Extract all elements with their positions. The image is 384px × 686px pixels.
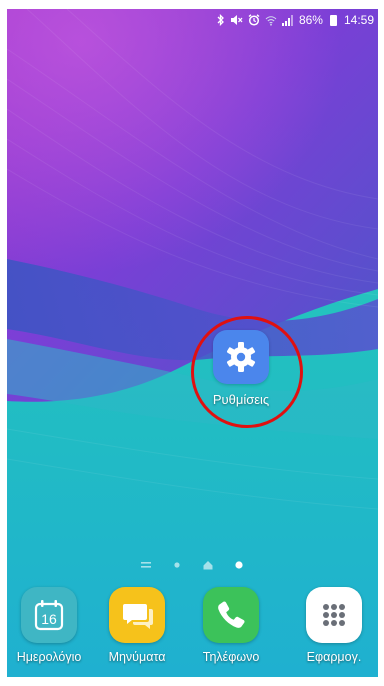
settings-app[interactable]: Ρυθμίσεις <box>183 330 299 418</box>
calendar-date: 16 <box>41 611 57 627</box>
apps-app-tile[interactable] <box>306 587 362 643</box>
gear-icon <box>226 342 256 372</box>
battery-percentage: 86% <box>298 13 323 27</box>
phone-app-tile[interactable] <box>203 587 259 643</box>
settings-app-label: Ρυθμίσεις <box>212 392 270 407</box>
status-bar: 86% 14:59 <box>7 9 378 31</box>
home-icon[interactable] <box>203 560 213 570</box>
apps-app[interactable]: Εφαρμογ. <box>290 587 378 664</box>
alarm-icon <box>248 14 260 26</box>
phone-app[interactable]: Τηλέφωνο <box>187 587 275 664</box>
battery-icon <box>329 14 337 26</box>
phone-icon <box>218 601 245 628</box>
dock: 16 Ημερολόγιο Μηνύματα Τηλέφωνο Εφαρμογ. <box>7 587 378 667</box>
bluetooth-icon <box>217 14 225 26</box>
wifi-icon <box>265 15 277 26</box>
mute-icon <box>230 14 243 26</box>
apps-grid-icon <box>323 604 345 626</box>
page-dot[interactable] <box>172 560 182 570</box>
menu-lines-icon[interactable] <box>141 560 151 570</box>
apps-app-label: Εφαρμογ. <box>306 650 362 664</box>
messages-app[interactable]: Μηνύματα <box>93 587 181 664</box>
messages-icon <box>123 604 153 629</box>
settings-app-tile[interactable] <box>213 330 269 384</box>
messages-app-label: Μηνύματα <box>108 650 166 664</box>
signal-icon <box>281 14 294 26</box>
messages-app-tile[interactable] <box>109 587 165 643</box>
calendar-icon: 16 <box>34 600 64 631</box>
page-indicator[interactable] <box>7 558 378 572</box>
phone-frame: 86% 14:59 Ρυθμίσεις 16 Ημερολόγιο Μηνύμα… <box>0 0 384 686</box>
calendar-app-tile[interactable]: 16 <box>21 587 77 643</box>
calendar-app[interactable]: 16 Ημερολόγιο <box>7 587 93 664</box>
status-time: 14:59 <box>343 13 374 27</box>
page-dot[interactable] <box>234 560 244 570</box>
home-screen: 86% 14:59 Ρυθμίσεις 16 Ημερολόγιο Μηνύμα… <box>7 9 378 677</box>
phone-app-label: Τηλέφωνο <box>202 650 260 664</box>
calendar-app-label: Ημερολόγιο <box>16 650 82 664</box>
